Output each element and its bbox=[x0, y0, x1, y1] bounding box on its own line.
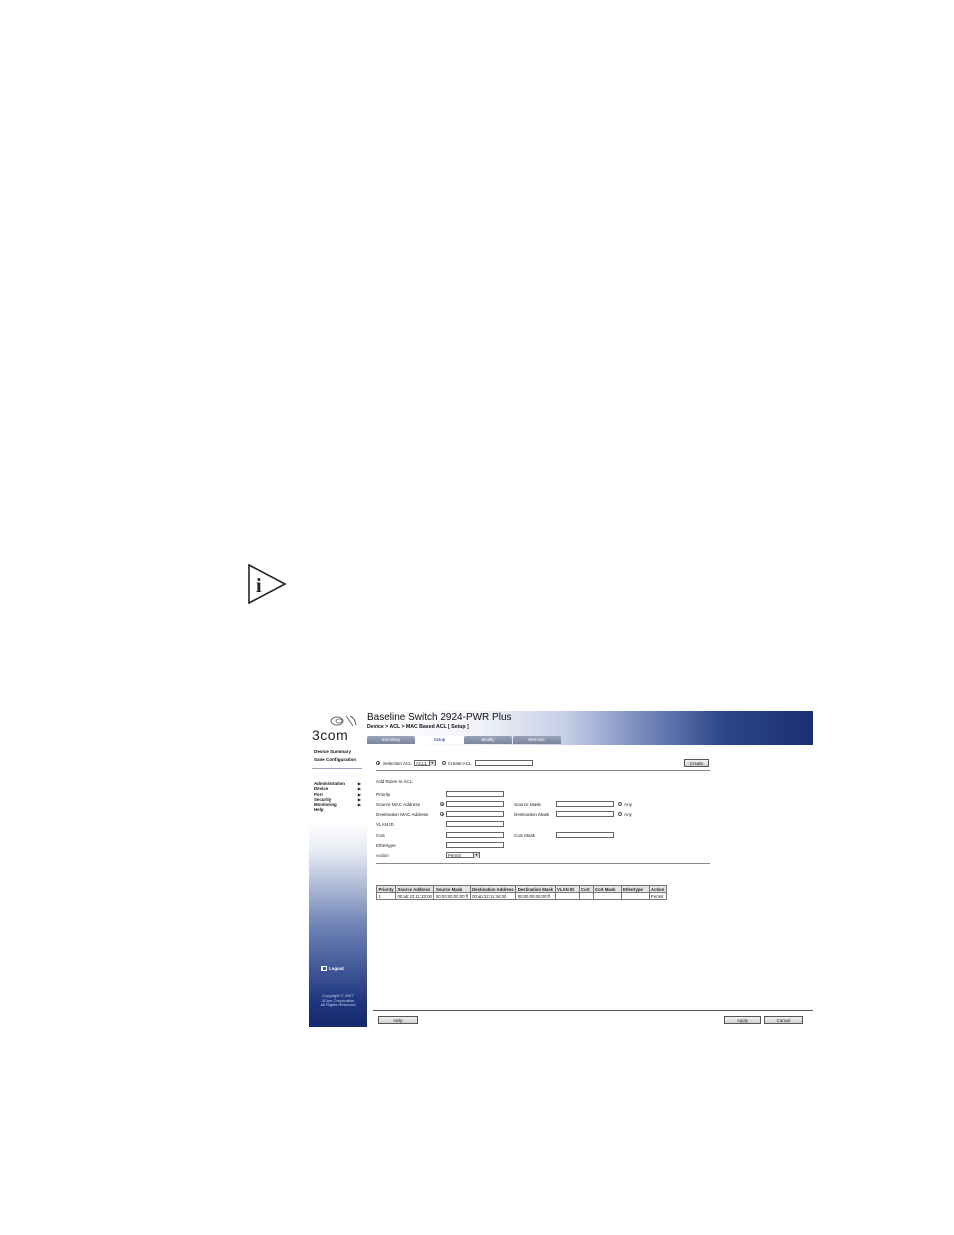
table-header-row: Priority Source Address Source Mask Dest… bbox=[375, 885, 667, 893]
col-destination-address: Destination Address bbox=[469, 885, 517, 893]
cos-input[interactable] bbox=[446, 832, 504, 838]
cell-vlan-id bbox=[554, 892, 580, 900]
destination-mask-any-radio[interactable] bbox=[618, 812, 622, 816]
source-mask-any-radio[interactable] bbox=[618, 802, 622, 806]
col-cos: CoS bbox=[578, 885, 594, 893]
rules-table: Priority Source Address Source Mask Dest… bbox=[375, 885, 667, 900]
source-mac-input[interactable] bbox=[446, 801, 504, 807]
col-priority: Priority bbox=[375, 885, 397, 893]
logout-link[interactable]: Logout bbox=[321, 966, 344, 971]
create-acl-radio[interactable] bbox=[441, 761, 446, 765]
cell-priority: 1 bbox=[375, 892, 397, 900]
device-summary-link[interactable]: Device Summary bbox=[314, 748, 356, 756]
screenshot-frame: 3com Device Summary Save Configuration A… bbox=[309, 711, 813, 1027]
cell-cos-mask bbox=[592, 892, 622, 900]
cos-mask-label: CoS Mask bbox=[514, 833, 536, 838]
divider bbox=[376, 863, 710, 864]
cell-source-address: 00:ab:22:11:33:00 bbox=[395, 892, 435, 900]
destination-mac-input[interactable] bbox=[446, 811, 504, 817]
tab-summary[interactable]: Summary bbox=[367, 736, 415, 744]
help-button[interactable]: Help bbox=[378, 1016, 418, 1024]
tab-modify[interactable]: Modify bbox=[464, 736, 512, 744]
acl-selection-row: Selection ACL ACL1 ▼ Create ACL bbox=[376, 760, 533, 766]
source-mask-any-label: Any bbox=[624, 802, 632, 807]
action-select[interactable]: Permit ▼ bbox=[446, 852, 480, 858]
cell-destination-mask: 00:00:00:00:00:ff bbox=[515, 892, 556, 900]
destination-mask-label: Destination Mask bbox=[514, 812, 550, 817]
chevron-down-icon: ▼ bbox=[428, 761, 435, 766]
header: Baseline Switch 2924-PWR Plus Device > A… bbox=[367, 711, 813, 745]
section-title: Add Rules to ACL: bbox=[376, 779, 414, 784]
3com-logo-icon bbox=[330, 715, 357, 727]
svg-text:i: i bbox=[256, 575, 262, 597]
priority-input[interactable] bbox=[446, 791, 504, 797]
ethertype-input[interactable] bbox=[446, 842, 504, 848]
action-label: Action bbox=[376, 853, 389, 858]
selection-acl-select[interactable]: ACL1 ▼ bbox=[413, 760, 436, 766]
destination-mac-label: Destination MAC Address bbox=[376, 812, 429, 817]
col-destination-mask: Destination Mask bbox=[515, 885, 556, 893]
tab-bar: Summary Setup Modify Remove bbox=[367, 736, 561, 744]
breadcrumb: Device > ACL > MAC Based ACL [ Setup ] bbox=[367, 724, 469, 730]
logo-text: 3com bbox=[312, 727, 349, 743]
chevron-down-icon: ▼ bbox=[473, 853, 479, 858]
sidebar-divider bbox=[312, 768, 362, 769]
source-mask-label: Source Mask bbox=[514, 802, 541, 807]
destination-mac-radio[interactable] bbox=[440, 812, 444, 816]
col-source-mask: Source Mask bbox=[433, 885, 471, 893]
vlan-id-input[interactable] bbox=[446, 821, 504, 827]
col-action: Action bbox=[648, 885, 667, 893]
cell-source-mask: 00:00:00:00:00:ff bbox=[433, 892, 471, 900]
col-ethertype: Ethertype bbox=[620, 885, 650, 893]
source-mask-input[interactable] bbox=[556, 801, 614, 807]
apply-button[interactable]: Apply bbox=[724, 1016, 761, 1024]
info-note-icon: i bbox=[248, 563, 287, 605]
create-acl-input[interactable] bbox=[474, 760, 533, 766]
vlan-id-label: VLAN ID bbox=[376, 822, 394, 827]
selection-acl-radio[interactable] bbox=[376, 761, 380, 765]
cos-mask-input[interactable] bbox=[556, 832, 614, 838]
selection-acl-label: Selection ACL bbox=[383, 760, 412, 766]
table-row[interactable]: 1 00:ab:22:11:33:00 00:00:00:00:00:ff 00… bbox=[375, 892, 667, 900]
destination-mask-any-label: Any bbox=[624, 812, 632, 817]
create-button[interactable]: Create bbox=[684, 759, 709, 767]
tab-setup[interactable]: Setup bbox=[415, 736, 464, 744]
logout-icon bbox=[321, 966, 327, 971]
save-configuration-link[interactable]: Save Configuration bbox=[314, 756, 356, 764]
col-vlan-id: VLAN ID bbox=[554, 885, 580, 893]
cell-action: Permit bbox=[648, 892, 667, 900]
cell-ethertype bbox=[620, 892, 650, 900]
cancel-button[interactable]: Cancel bbox=[764, 1016, 803, 1024]
cell-cos bbox=[578, 892, 594, 900]
cos-label: CoS bbox=[376, 833, 385, 838]
priority-label: Priority bbox=[376, 792, 391, 797]
copyright: Copyright © 2007 3Com Corporation All Ri… bbox=[320, 993, 356, 1008]
main-content: Selection ACL ACL1 ▼ Create ACL Create Ad… bbox=[373, 749, 813, 1027]
ethertype-label: Ethertype bbox=[376, 843, 396, 848]
sidebar-menu: Administration ▶ Device ▶ Port ▶ Security ▶ … bbox=[314, 781, 364, 813]
create-acl-label: Create ACL bbox=[447, 760, 472, 766]
sidebar-top-links: Device Summary Save Configuration bbox=[314, 748, 356, 763]
cell-destination-address: 00:ab:22:11:34:00 bbox=[469, 892, 517, 900]
col-cos-mask: CoS Mask bbox=[592, 885, 622, 893]
source-mac-radio[interactable] bbox=[440, 802, 444, 806]
destination-mask-input[interactable] bbox=[556, 811, 614, 817]
tab-remove[interactable]: Remove bbox=[512, 736, 561, 744]
source-mac-label: Source MAC Address bbox=[376, 802, 420, 807]
sidebar-item-help[interactable]: Help bbox=[314, 807, 364, 812]
col-source-address: Source Address bbox=[395, 885, 435, 893]
app-title: Baseline Switch 2924-PWR Plus bbox=[367, 712, 512, 723]
footer-divider bbox=[373, 1010, 813, 1011]
sidebar: 3com Device Summary Save Configuration A… bbox=[309, 711, 367, 1027]
divider bbox=[376, 770, 710, 771]
